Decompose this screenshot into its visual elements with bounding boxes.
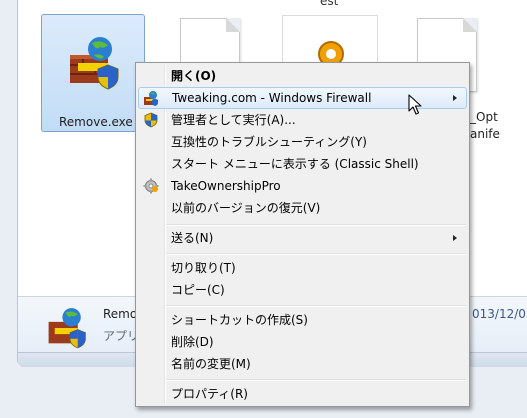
menu-item-send-to[interactable]: 送る(N) bbox=[138, 227, 467, 249]
menu-item-label: 名前の変更(M) bbox=[171, 357, 251, 371]
menu-item-label: Tweaking.com - Windows Firewall bbox=[172, 91, 372, 105]
menu-item-delete[interactable]: 削除(D) bbox=[138, 331, 467, 353]
menu-item-label: 管理者として実行(A)... bbox=[171, 113, 296, 127]
submenu-arrow-icon bbox=[453, 235, 457, 241]
menu-item-copy[interactable]: コピー(C) bbox=[138, 279, 467, 301]
details-file-name: Remo bbox=[103, 307, 138, 321]
file-label: Remove.exe bbox=[59, 115, 133, 129]
details-file-type: アプリ bbox=[103, 329, 140, 343]
submenu-arrow-icon bbox=[453, 95, 457, 101]
menu-separator bbox=[166, 305, 466, 307]
file-item-remove-exe[interactable]: Remove.exe bbox=[41, 14, 145, 132]
file-label-partial-1: _Opt bbox=[470, 110, 498, 124]
menu-item-pin-start-menu[interactable]: スタート メニューに表示する (Classic Shell) bbox=[138, 153, 467, 175]
uac-shield-icon bbox=[144, 112, 158, 128]
menu-item-create-shortcut[interactable]: ショートカットの作成(S) bbox=[138, 309, 467, 331]
menu-separator bbox=[166, 253, 466, 255]
menu-item-label: 以前のバージョンの復元(V) bbox=[171, 201, 321, 215]
menu-item-cut[interactable]: 切り取り(T) bbox=[138, 257, 467, 279]
menu-item-properties[interactable]: プロパティ(R) bbox=[138, 383, 467, 405]
firewall-app-icon bbox=[70, 37, 119, 90]
truncated-file-label: est bbox=[320, 0, 339, 8]
menu-item-label: TakeOwnershipPro bbox=[171, 179, 281, 193]
menu-item-label: 開く(O) bbox=[171, 69, 217, 83]
menu-item-label: 切り取り(T) bbox=[171, 261, 236, 275]
details-date: 013/12/05 bbox=[472, 307, 527, 321]
menu-item-label: ショートカットの作成(S) bbox=[171, 313, 308, 327]
menu-item-label: スタート メニューに表示する (Classic Shell) bbox=[171, 157, 419, 171]
menu-item-label: 削除(D) bbox=[171, 335, 214, 349]
menu-separator bbox=[166, 224, 466, 226]
mouse-cursor-icon bbox=[408, 94, 422, 115]
menu-item-take-ownership[interactable]: TakeOwnershipPro bbox=[138, 175, 467, 197]
menu-item-label: プロパティ(R) bbox=[171, 387, 248, 401]
menu-item-label: 送る(N) bbox=[171, 231, 214, 245]
menu-item-restore-previous[interactable]: 以前のバージョンの復元(V) bbox=[138, 197, 467, 219]
gear-icon bbox=[143, 178, 159, 194]
menu-item-rename[interactable]: 名前の変更(M) bbox=[138, 353, 467, 375]
file-label-partial-2: anife bbox=[470, 127, 500, 141]
firewall-icon bbox=[144, 91, 158, 106]
menu-item-label: 互換性のトラブルシューティング(Y) bbox=[171, 135, 367, 149]
menu-separator bbox=[166, 379, 466, 381]
menu-item-open[interactable]: 開く(O) bbox=[138, 65, 467, 87]
firewall-app-icon-small bbox=[48, 308, 86, 349]
menu-item-label: コピー(C) bbox=[171, 283, 225, 297]
menu-item-troubleshoot-compat[interactable]: 互換性のトラブルシューティング(Y) bbox=[138, 131, 467, 153]
file-item-installer[interactable] bbox=[282, 15, 378, 66]
